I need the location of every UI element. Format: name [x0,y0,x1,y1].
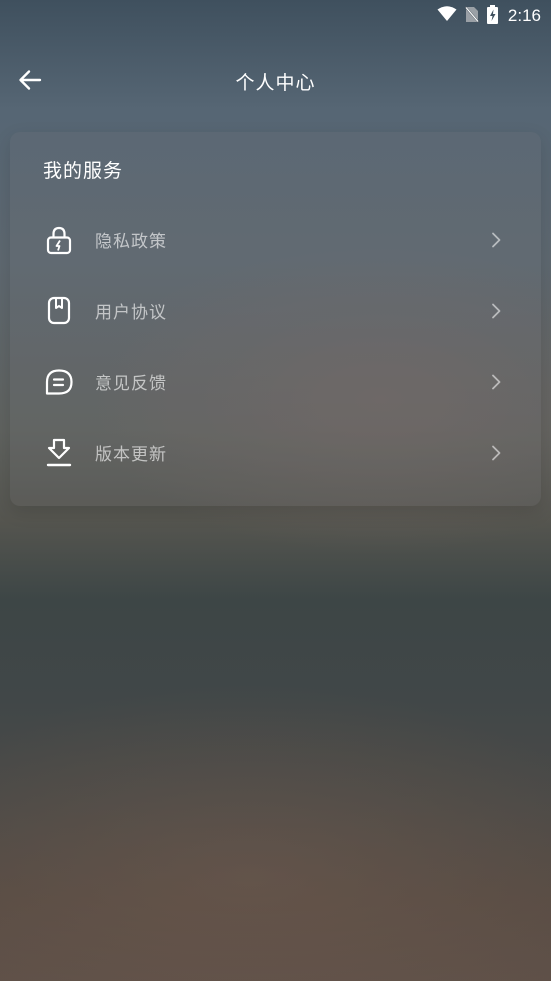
menu-item-feedback[interactable]: 意见反馈 [10,346,541,417]
section-title: 我的服务 [43,160,124,182]
download-icon [44,438,74,468]
bookmark-doc-icon [44,296,74,326]
services-card: 我的服务 隐私政策 用户协议 意见反馈 版本更新 [10,132,541,506]
status-time: 2:16 [507,6,541,25]
battery-charging-icon [486,4,498,28]
status-bar: 2:16 [0,0,551,32]
chevron-right-icon [489,302,503,320]
wifi-icon [437,6,457,26]
header: 个人中心 [0,56,551,108]
status-icons: 2:16 [437,4,541,28]
lock-icon [44,225,74,255]
menu-item-label: 版本更新 [95,445,167,465]
no-sim-icon [464,5,480,27]
menu-list: 隐私政策 用户协议 意见反馈 版本更新 [10,204,541,488]
menu-item-privacy-policy[interactable]: 隐私政策 [10,204,541,275]
menu-item-label: 隐私政策 [95,232,167,252]
menu-item-label: 意见反馈 [95,374,167,394]
chevron-right-icon [489,373,503,391]
chevron-right-icon [489,444,503,462]
chevron-right-icon [489,231,503,249]
page-title: 个人中心 [235,72,316,94]
chat-bubble-icon [44,367,74,397]
menu-item-label: 用户协议 [95,303,167,323]
menu-item-version-update[interactable]: 版本更新 [10,417,541,488]
menu-item-user-agreement[interactable]: 用户协议 [10,275,541,346]
